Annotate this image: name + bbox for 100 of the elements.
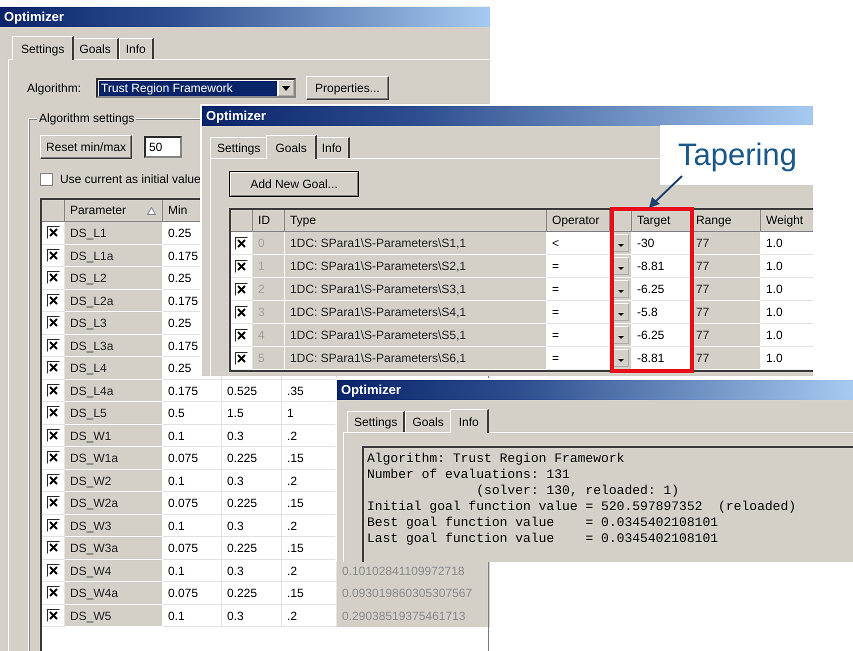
tab[interactable]: Info [450,409,489,433]
tab[interactable]: Settings [347,411,406,432]
checkbox[interactable] [46,406,60,420]
checkbox[interactable] [46,248,60,262]
table-cell: DS_W3 [65,514,163,537]
checkbox[interactable] [46,271,60,284]
table-cell: DS_L4a [65,380,163,402]
table-cell: .2 [282,604,337,627]
checkbox[interactable] [46,226,60,240]
column-header[interactable]: ID [253,210,285,232]
table-cell: 0.1 [163,604,222,627]
checkbox[interactable] [235,352,248,364]
table-cell: 0.3 [222,424,282,447]
percent-field[interactable]: 50 [144,136,182,158]
reset-button[interactable]: Reset min/max [40,135,132,159]
checkbox[interactable] [235,306,248,318]
algorithm-dropdown[interactable]: Trust Region Framework [96,78,296,98]
table-cell: DS_W4 [65,560,163,582]
table-cell: 1DC: SPara1\S-Parameters\S2,1 [285,255,547,278]
checkbox[interactable] [46,518,60,532]
table-cell: 0.525 [222,380,282,402]
table-cell: 0.3 [222,604,282,627]
table-cell: 1DC: SPara1\S-Parameters\S1,1 [285,232,547,255]
table-cell: 0.175 [163,380,222,402]
checkbox[interactable] [46,384,60,397]
column-header[interactable]: Target [632,210,691,232]
table-cell: 0.225 [222,582,282,604]
table-cell: 0.3 [222,560,282,582]
callout-label: Tapering [660,125,813,185]
table-cell: DS_W5 [65,604,163,627]
info-line: Number of evaluations: 131 [367,467,571,483]
window-title: Optimizer [337,380,853,400]
table-cell: .35 [282,380,337,402]
table-cell: 77 [691,255,761,278]
table-cell: 77 [691,301,761,324]
tab[interactable]: Settings [12,36,74,60]
table-cell: 0.075 [163,492,222,514]
table-cell: 0.1 [163,560,222,582]
add-goal-button[interactable]: Add New Goal... [229,171,359,197]
info-line: (solver: 130, reloaded: 1) [475,483,680,499]
table-cell: DS_W3a [65,537,163,560]
table-cell: 77 [691,278,761,301]
properties-button[interactable]: Properties... [306,76,389,100]
checkbox[interactable] [46,474,60,487]
caret-icon [282,86,290,90]
group-title: Algorithm settings [37,111,136,125]
checkbox[interactable] [46,586,60,600]
caret-icon [618,244,624,247]
table-cell: DS_L5 [65,402,163,424]
column-header[interactable]: Type [285,210,547,232]
column-header[interactable]: Weight [761,210,813,232]
table-cell: DS_W2a [65,492,163,514]
tab[interactable]: Settings [210,137,268,158]
checkbox[interactable] [235,328,248,342]
checkbox[interactable] [46,564,60,577]
column-header[interactable]: Operator [547,210,610,232]
table-cell: 0.075 [163,537,222,560]
checkbox[interactable] [46,338,60,352]
checkbox[interactable] [46,496,60,510]
tab[interactable]: Goals [405,411,452,432]
checkbox[interactable] [46,428,60,442]
column-header[interactable]: Parameter [70,200,126,221]
checkbox[interactable] [46,541,60,554]
checkbox[interactable] [46,608,60,622]
table-cell: 0.1 [163,514,222,537]
table-cell: 0.225 [222,447,282,470]
table-cell: .2 [282,424,337,447]
column-header[interactable]: Min [168,200,188,221]
info-line: Best goal function value = 0.0345402108101 [367,515,720,531]
checkbox[interactable] [235,260,248,272]
checkbox[interactable] [235,236,248,250]
checkbox[interactable] [46,316,60,330]
caret-icon [618,290,624,293]
table-cell: 0.3 [222,470,282,492]
table-cell: .15 [282,582,337,604]
table-cell: .2 [282,560,337,582]
algorithm-label: Algorithm: [27,81,82,95]
table-cell: DS_W1 [65,424,163,447]
table-cell: DS_L3 [65,312,163,334]
table-cell: = [547,278,610,301]
tab[interactable]: Goals [72,38,119,59]
table-cell: 1DC: SPara1\S-Parameters\S6,1 [285,347,547,370]
header-cell [231,210,253,232]
caret-icon [618,267,624,270]
caret-icon [618,359,624,362]
tab[interactable]: Goals [266,135,317,159]
table-cell: DS_L3a [65,334,163,357]
table-cell: DS_W1a [65,447,163,470]
window-title: Optimizer [0,7,490,27]
checkbox[interactable] [46,294,60,307]
checkbox[interactable] [46,361,60,374]
table-cell: 0.29038519375461713 [337,604,490,627]
tab[interactable]: Info [118,38,154,59]
checkbox[interactable] [46,451,60,464]
checkbox[interactable] [40,172,53,186]
table-cell: .2 [282,470,337,492]
tab[interactable]: Info [314,137,350,158]
sort-icon [147,206,156,214]
column-header[interactable]: Range [691,210,761,232]
checkbox[interactable] [235,282,248,296]
